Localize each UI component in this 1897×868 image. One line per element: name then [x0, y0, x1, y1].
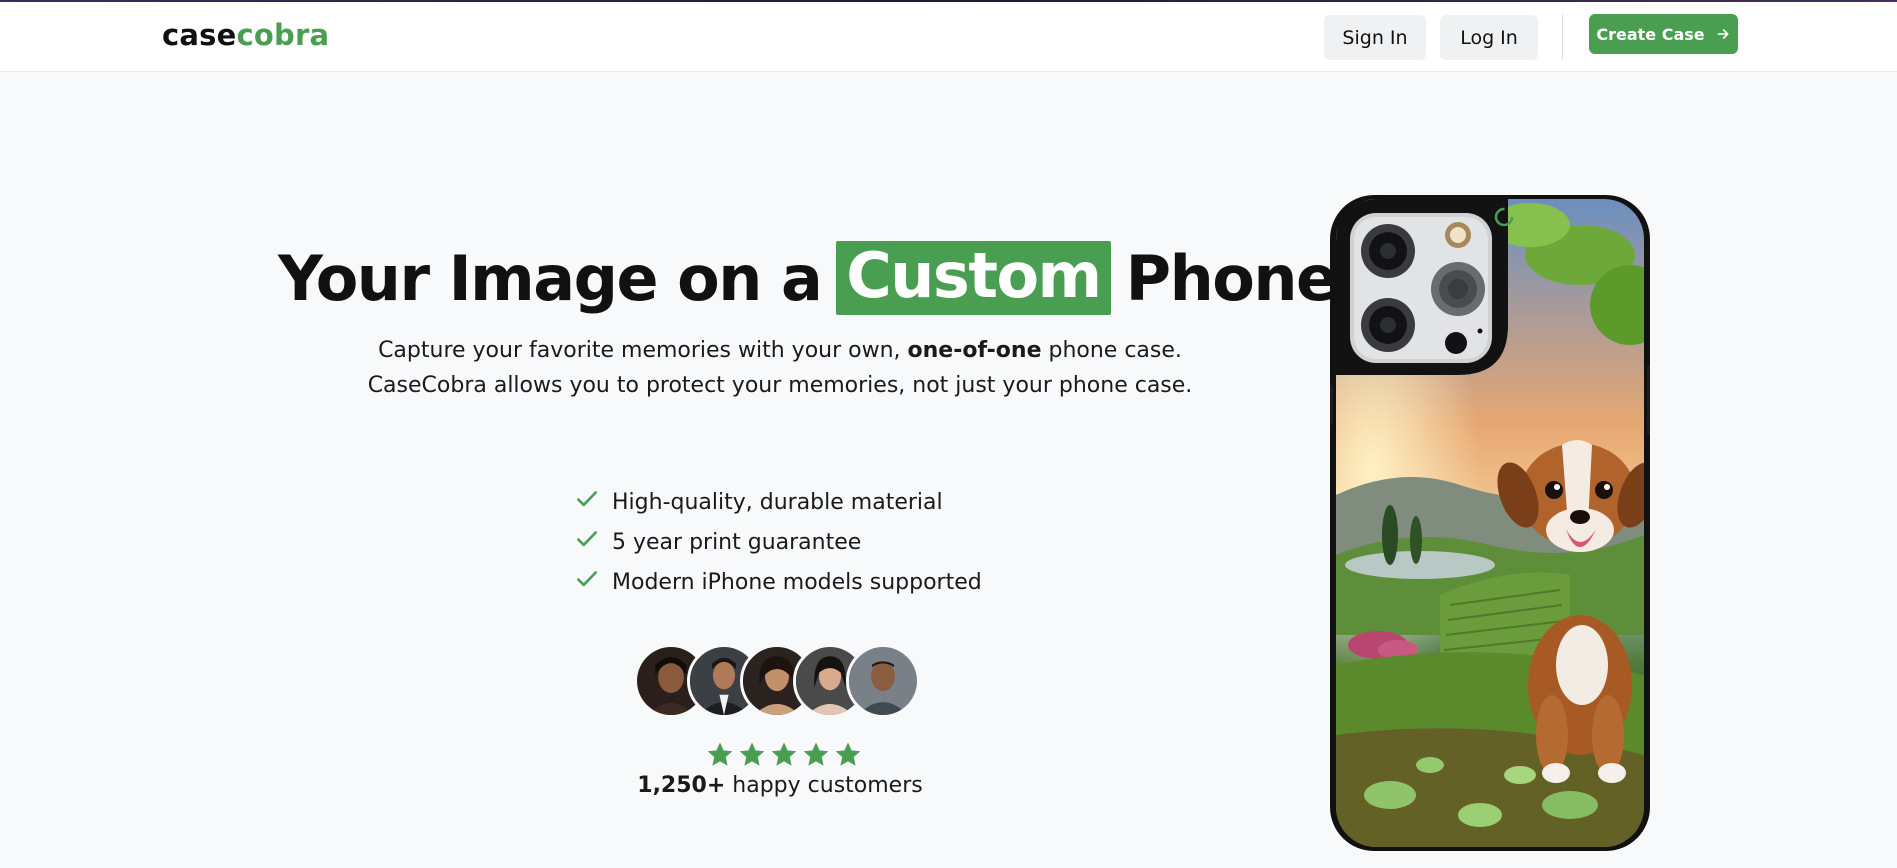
subtitle-line1-bold: one-of-one — [907, 338, 1042, 363]
feature-label: 5 year print guarantee — [612, 529, 862, 555]
customers-count-text: 1,250+ happy customers — [560, 773, 1000, 798]
nav-divider — [1562, 15, 1563, 59]
star-icon — [835, 742, 861, 766]
hero-title: Your Image on a Custom Phone Case — [278, 238, 1518, 318]
check-icon — [577, 571, 597, 587]
logo[interactable]: casecobra — [162, 18, 329, 52]
hero-subtitle-line2: CaseCobra allows you to protect your mem… — [367, 373, 1193, 398]
hero-title-before: Your Image on a — [278, 241, 823, 315]
navbar: casecobra Sign In Log In Create Case — [0, 2, 1897, 72]
logo-part-cobra: cobra — [236, 18, 330, 52]
feature-item: 5 year print guarantee — [574, 522, 982, 562]
log-in-button[interactable]: Log In — [1440, 15, 1538, 60]
check-icon — [577, 491, 597, 507]
check-icon — [577, 531, 597, 547]
phone-case-image — [1330, 195, 1650, 851]
create-case-button[interactable]: Create Case — [1589, 14, 1738, 54]
feature-item: High-quality, durable material — [574, 482, 982, 522]
subtitle-line1-before: Capture your favorite memories with your… — [378, 338, 901, 363]
logo-part-case: case — [162, 18, 237, 52]
star-rating — [705, 740, 863, 770]
hero-title-highlight: Custom — [836, 241, 1111, 315]
sign-in-button[interactable]: Sign In — [1324, 15, 1426, 60]
arrow-right-icon — [1717, 29, 1729, 39]
hero-subtitle-line1: Capture your favorite memories with your… — [300, 338, 1260, 363]
feature-label: High-quality, durable material — [612, 489, 943, 515]
feature-item: Modern iPhone models supported — [574, 562, 982, 602]
create-case-label: Create Case — [1596, 24, 1705, 44]
phone-case-preview — [1330, 195, 1650, 851]
feature-label: Modern iPhone models supported — [612, 569, 982, 595]
avatar — [846, 644, 920, 718]
star-icon — [771, 742, 797, 766]
customer-avatars — [634, 644, 924, 718]
feature-list: High-quality, durable material 5 year pr… — [574, 482, 982, 602]
star-icon — [803, 742, 829, 766]
customers-label: happy customers — [732, 773, 923, 798]
star-icon — [739, 742, 765, 766]
subtitle-line1-after: phone case. — [1048, 338, 1182, 363]
star-icon — [707, 742, 733, 766]
customers-count: 1,250+ — [637, 773, 726, 798]
